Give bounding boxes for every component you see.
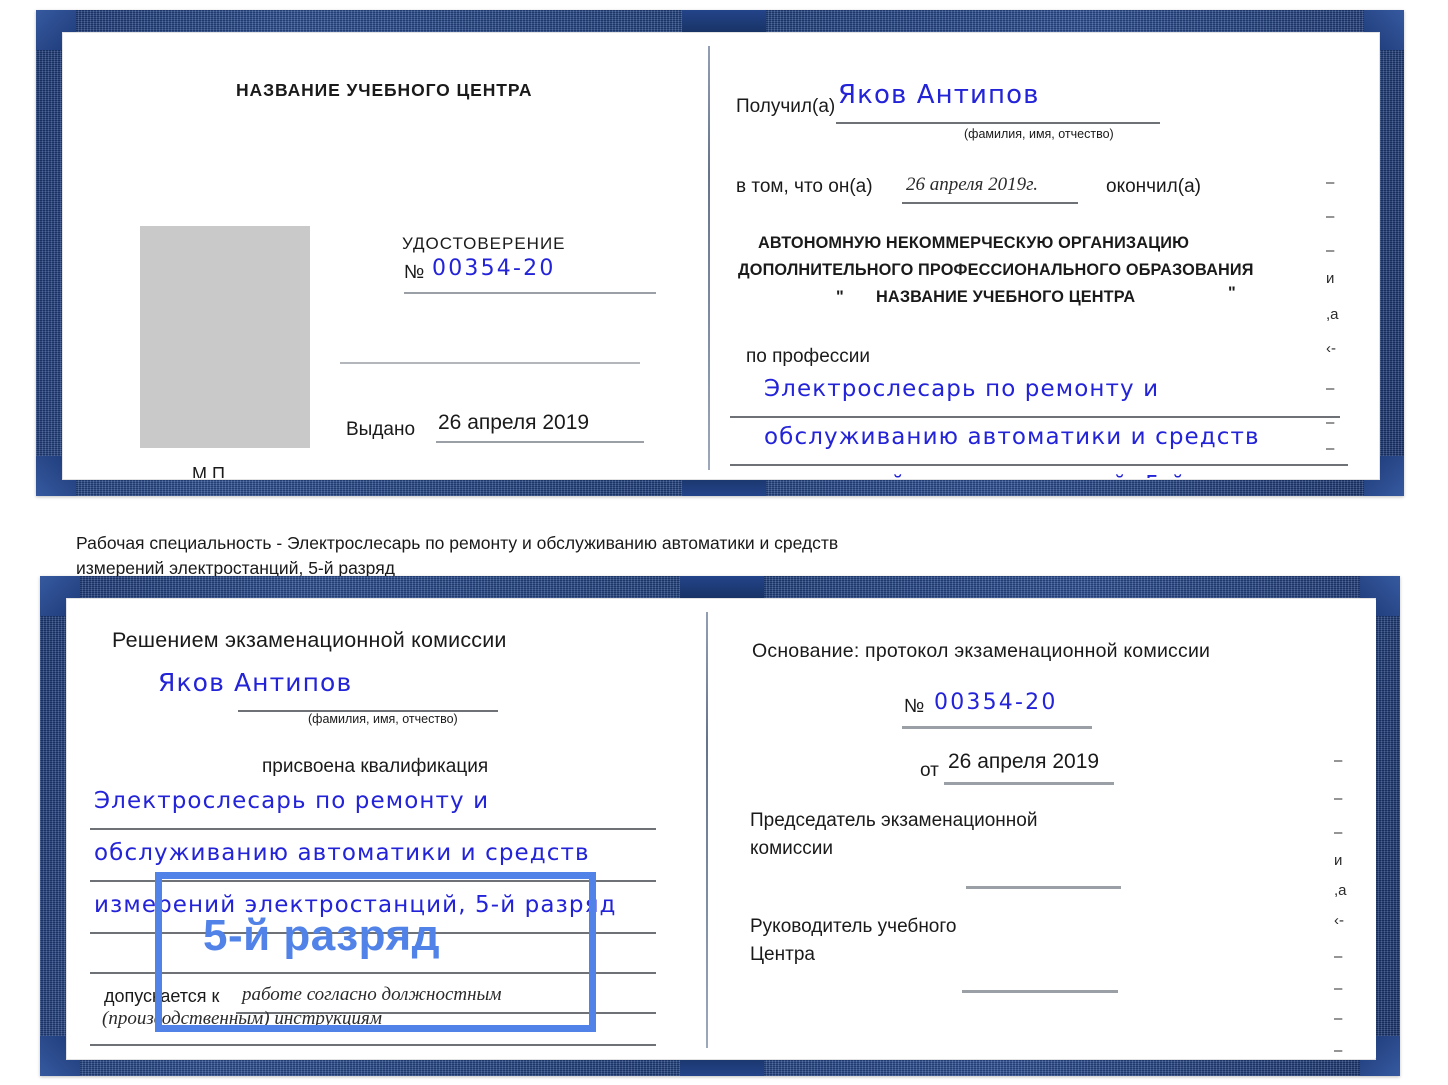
edge-fragment: – bbox=[1326, 414, 1335, 431]
edge-fragment: и bbox=[1334, 852, 1343, 869]
org-quote-open: " bbox=[836, 288, 844, 306]
chairman-label-line2: комиссии bbox=[750, 838, 833, 859]
edge-fragment: – bbox=[1334, 948, 1343, 965]
head-label-line2: Центра bbox=[750, 944, 815, 965]
qualification-rule1 bbox=[90, 828, 656, 830]
issued-underline bbox=[436, 441, 644, 443]
edge-fragment: – bbox=[1334, 980, 1343, 997]
allowed-rule-2 bbox=[90, 1044, 656, 1046]
edge-fragment: – bbox=[1334, 1042, 1343, 1058]
issued-label: Выдано bbox=[346, 419, 416, 440]
from-label: от bbox=[920, 760, 939, 781]
org-name-line2: ДОПОЛНИТЕЛЬНОГО ПРОФЕССИОНАЛЬНОГО ОБРАЗО… bbox=[738, 261, 1254, 279]
fio-hint: (фамилия, имя, отчество) bbox=[964, 127, 1114, 141]
page-top-left: НАЗВАНИЕ УЧЕБНОГО ЦЕНТРА УДОСТОВЕРЕНИЕ №… bbox=[64, 34, 656, 478]
commission-decision-heading: Решением экзаменационной комиссии bbox=[112, 628, 507, 652]
edge-fragment: – bbox=[1334, 1010, 1343, 1027]
number-symbol: № bbox=[404, 262, 425, 283]
profession-line3: измерений электростанций, 5-й разряд bbox=[764, 472, 1287, 478]
edge-fragment: – bbox=[1334, 790, 1343, 807]
profession-rule1 bbox=[730, 416, 1340, 418]
org-name-line1: АВТОНОМНУЮ НЕКОММЕРЧЕСКУЮ ОРГАНИЗАЦИЮ bbox=[758, 234, 1190, 252]
head-label-line1: Руководитель учебного bbox=[750, 916, 957, 937]
received-name-value: Яков Антипов bbox=[838, 80, 1040, 110]
profession-line2: обслуживанию автоматики и средств bbox=[764, 424, 1260, 450]
received-label: Получил(а) bbox=[736, 96, 836, 117]
edge-fragment: ‹- bbox=[1326, 340, 1336, 357]
edge-fragment: и bbox=[1326, 270, 1335, 287]
that-he-label: в том, что он(а) bbox=[736, 176, 873, 197]
edge-fragment: ,а bbox=[1326, 306, 1339, 323]
profession-line1: Электрослесарь по ремонту и bbox=[764, 376, 1160, 402]
chairman-label-line1: Председатель экзаменационной bbox=[750, 810, 1038, 831]
certificate-book-top: НАЗВАНИЕ УЧЕБНОГО ЦЕНТРА УДОСТОВЕРЕНИЕ №… bbox=[36, 10, 1404, 496]
protocol-number-symbol: № bbox=[904, 696, 925, 717]
edge-fragment: – bbox=[1326, 208, 1335, 225]
issued-date-value: 26 апреля 2019 bbox=[438, 411, 590, 434]
protocol-number-value: 00354-20 bbox=[934, 690, 1058, 715]
completion-date-underline bbox=[902, 202, 1078, 204]
fio-hint: (фамилия, имя, отчество) bbox=[308, 712, 458, 726]
stamp-place-label: М.П. bbox=[192, 464, 230, 478]
head-signature-line bbox=[962, 990, 1118, 993]
photo-placeholder bbox=[140, 226, 310, 448]
edge-fragment: ‹- bbox=[1334, 912, 1344, 929]
page-bottom-right: Основание: протокол экзаменационной коми… bbox=[716, 600, 1376, 1058]
protocol-number-underline bbox=[902, 726, 1092, 729]
highlight-label: 5-й разряд bbox=[203, 911, 441, 960]
profession-label: по профессии bbox=[746, 346, 870, 367]
qualification-line1: Электрослесарь по ремонту и bbox=[94, 788, 490, 814]
edge-fragment: – bbox=[1334, 824, 1343, 841]
chairman-signature-line bbox=[966, 886, 1121, 889]
edge-fragment: – bbox=[1326, 474, 1334, 478]
recipient-name-value: Яков Антипов bbox=[158, 668, 353, 697]
basis-label: Основание: протокол экзаменационной коми… bbox=[752, 640, 1211, 662]
edge-fragment: – bbox=[1334, 752, 1343, 769]
qualification-label: присвоена квалификация bbox=[262, 756, 489, 777]
org-name-line3: НАЗВАНИЕ УЧЕБНОГО ЦЕНТРА bbox=[876, 288, 1136, 306]
certificate-word: УДОСТОВЕРЕНИЕ bbox=[402, 234, 566, 253]
profession-rule2 bbox=[730, 464, 1348, 466]
page-top-right: Получил(а) Яков Антипов (фамилия, имя, о… bbox=[716, 34, 1376, 478]
certificate-number-value: 00354-20 bbox=[432, 256, 556, 281]
blank-line bbox=[340, 362, 640, 364]
training-center-title: НАЗВАНИЕ УЧЕБНОГО ЦЕНТРА bbox=[236, 80, 533, 100]
finished-label: окончил(а) bbox=[1106, 176, 1201, 197]
received-underline bbox=[836, 122, 1160, 124]
from-date-underline bbox=[944, 782, 1114, 785]
from-date-value: 26 апреля 2019 bbox=[948, 750, 1100, 773]
edge-fragment: ,а bbox=[1334, 882, 1347, 899]
caption-line-1: Рабочая специальность - Электрослесарь п… bbox=[76, 533, 839, 553]
edge-fragment: – bbox=[1326, 440, 1335, 457]
edge-fragment: – bbox=[1326, 174, 1335, 191]
edge-fragment: – bbox=[1326, 242, 1335, 259]
completion-date-value: 26 апреля 2019г. bbox=[906, 174, 1038, 195]
edge-fragment: – bbox=[1326, 380, 1335, 397]
org-quote-close: " bbox=[1228, 284, 1236, 302]
image-caption: Рабочая специальность - Электрослесарь п… bbox=[76, 531, 1086, 581]
book-spine-fold-bottom bbox=[706, 612, 708, 1048]
book-spine-fold-top bbox=[708, 46, 710, 470]
qualification-line2: обслуживанию автоматики и средств bbox=[94, 840, 590, 866]
number-underline bbox=[404, 292, 656, 294]
